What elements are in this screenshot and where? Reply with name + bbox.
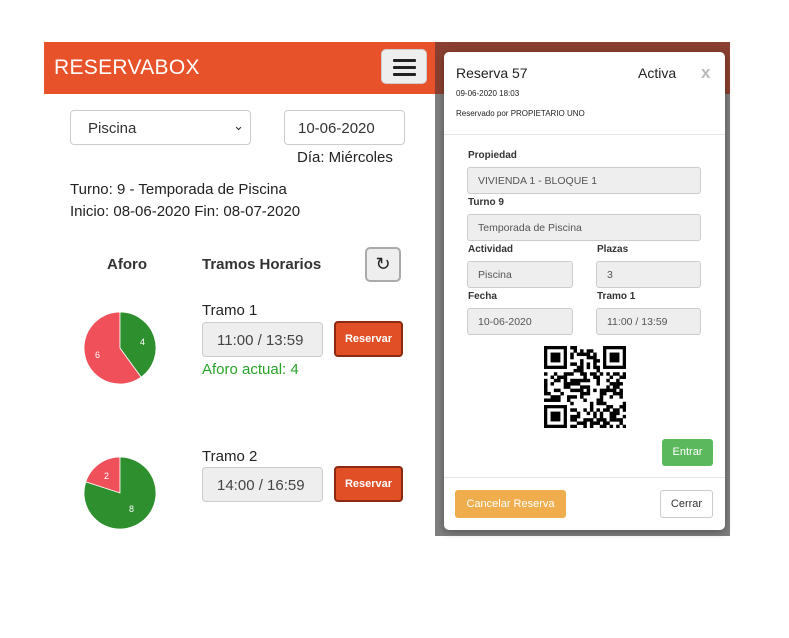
entrar-button[interactable]: Entrar bbox=[662, 439, 713, 466]
pie-label-free: 6 bbox=[95, 350, 100, 360]
pie-label-free: 2 bbox=[104, 471, 109, 481]
aforo-pie-tramo-2: 2 8 bbox=[83, 456, 157, 530]
turno-dates: Inicio: 08-06-2020 Fin: 08-07-2020 bbox=[70, 203, 301, 220]
slot-2-time: 14:00 / 16:59 bbox=[202, 467, 323, 502]
cancel-reservation-button[interactable]: Cancelar Reserva bbox=[455, 490, 566, 518]
plazas-label: Plazas bbox=[597, 244, 629, 255]
fecha-field: 10-06-2020 bbox=[467, 308, 573, 335]
facility-select[interactable]: Piscina ⌄ bbox=[70, 110, 251, 145]
reservar-button-2[interactable]: Reservar bbox=[334, 466, 403, 502]
actividad-label: Actividad bbox=[468, 244, 514, 255]
menu-button[interactable] bbox=[381, 49, 427, 84]
turno-field-label: Turno 9 bbox=[468, 197, 504, 208]
qr-code-icon bbox=[544, 346, 626, 428]
tramo-label: Tramo 1 bbox=[597, 291, 636, 302]
propiedad-label: Propiedad bbox=[468, 150, 517, 161]
plazas-value: 3 bbox=[607, 269, 613, 281]
tramo-value: 11:00 / 13:59 bbox=[607, 316, 668, 328]
reservar-button-1[interactable]: Reservar bbox=[334, 321, 403, 357]
fecha-value: 10-06-2020 bbox=[478, 316, 532, 328]
hamburger-icon-bar bbox=[393, 73, 416, 76]
aforo-actual: Aforo actual: 4 bbox=[202, 361, 299, 378]
modal-title: Reserva 57 bbox=[456, 65, 528, 81]
slot-1-label: Tramo 1 bbox=[202, 302, 258, 319]
modal-divider bbox=[444, 134, 725, 135]
pie-label-occupied: 8 bbox=[129, 504, 134, 514]
hamburger-icon-bar bbox=[393, 66, 416, 69]
date-input[interactable]: 10-06-2020 bbox=[284, 110, 405, 145]
fecha-label: Fecha bbox=[468, 291, 497, 302]
close-button[interactable]: Cerrar bbox=[660, 490, 713, 518]
slot-2-time-value: 14:00 / 16:59 bbox=[217, 477, 305, 494]
hamburger-icon bbox=[393, 59, 416, 62]
turno-value: Temporada de Piscina bbox=[478, 222, 582, 234]
modal-footer-divider bbox=[444, 477, 725, 478]
turno-field: Temporada de Piscina bbox=[467, 214, 701, 241]
day-label: Día: Miércoles bbox=[297, 149, 393, 166]
aforo-pie-tramo-1: 4 6 bbox=[83, 311, 157, 385]
reserved-by: Reservado por PROPIETARIO UNO bbox=[456, 109, 585, 118]
refresh-icon: ↻ bbox=[375, 254, 391, 274]
brand-title: RESERVABOX bbox=[54, 56, 200, 79]
tramos-header: Tramos Horarios bbox=[202, 256, 322, 273]
actividad-field: Piscina bbox=[467, 261, 573, 288]
aforo-header: Aforo bbox=[107, 256, 147, 273]
chevron-down-icon: ⌄ bbox=[233, 118, 244, 133]
slot-2-label: Tramo 2 bbox=[202, 448, 258, 465]
reservation-modal: Reserva 57 Activa x 09-06-2020 18:03 Res… bbox=[444, 52, 725, 530]
turno-label: Turno: 9 - Temporada de Piscina bbox=[70, 181, 287, 198]
reservation-status: Activa bbox=[638, 65, 677, 81]
actividad-value: Piscina bbox=[478, 269, 512, 281]
plazas-field: 3 bbox=[596, 261, 701, 288]
pie-label-occupied: 4 bbox=[140, 337, 145, 347]
refresh-button[interactable]: ↻ bbox=[365, 247, 401, 282]
tramo-field: 11:00 / 13:59 bbox=[596, 308, 701, 335]
propiedad-value: VIVIENDA 1 - BLOQUE 1 bbox=[478, 175, 598, 187]
slot-1-time-value: 11:00 / 13:59 bbox=[217, 332, 304, 349]
reservation-datetime: 09-06-2020 18:03 bbox=[456, 89, 520, 98]
close-icon[interactable]: x bbox=[701, 63, 710, 83]
slot-1-time: 11:00 / 13:59 bbox=[202, 322, 323, 357]
date-input-value: 10-06-2020 bbox=[298, 120, 375, 137]
facility-select-value: Piscina bbox=[88, 120, 137, 137]
propiedad-field: VIVIENDA 1 - BLOQUE 1 bbox=[467, 167, 701, 194]
app-header: RESERVABOX bbox=[44, 42, 435, 94]
